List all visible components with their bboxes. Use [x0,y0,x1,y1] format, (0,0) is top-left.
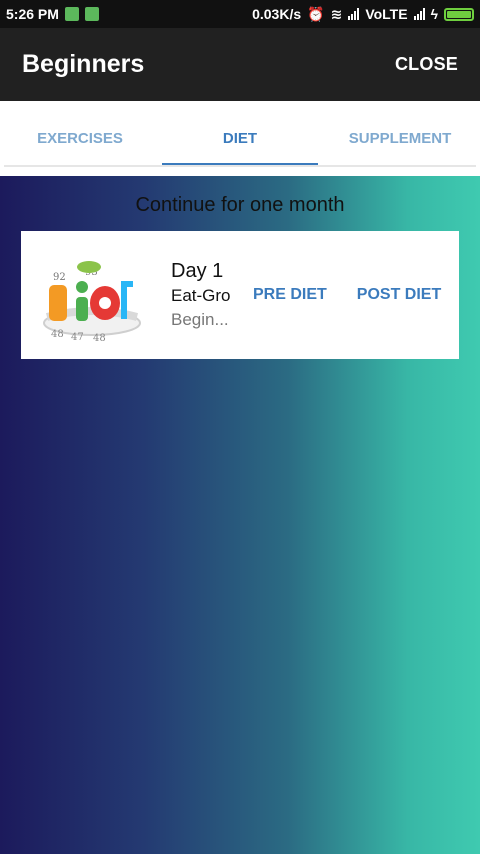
wifi-icon: ≋ [330,5,343,22]
diet-subtitle: Eat-Gro [171,286,231,305]
charging-icon: ϟ [430,6,438,22]
day-label: Day 1 [171,260,224,282]
app-bar: Beginners CLOSE [0,28,480,101]
svg-text:48: 48 [51,329,64,340]
svg-text:92: 92 [53,272,66,283]
post-diet-button[interactable]: POST DIET [357,286,441,304]
battery-icon [444,7,474,21]
diet-content: Continue for one month 484748 92 93 Day … [0,176,480,854]
svg-text:47: 47 [71,332,84,343]
status-time: 5:26 PM [6,6,59,22]
card-text: Day 1 Eat-Gro Begin... [171,258,241,332]
status-bar: 5:26 PM 0.03K/s ⏰ ≋ VoLTE ϟ [0,0,480,28]
close-button[interactable]: CLOSE [395,54,458,75]
pre-diet-button[interactable]: PRE DIET [253,286,327,304]
android-icon [84,7,99,21]
section-heading: Continue for one month [135,194,345,216]
diet-measuring-tape-image: 484748 92 93 [43,261,141,344]
diet-description: Begin... [171,310,229,329]
page-title: Beginners [22,50,145,78]
alarm-icon: ⏰ [307,5,325,22]
network-speed: 0.03K/s [252,6,302,22]
network-type: VoLTE [365,6,408,22]
notification-icon [64,7,79,21]
card-actions: PRE DIET POST DIET [253,286,441,304]
divider [4,165,476,167]
svg-text:48: 48 [93,333,106,344]
signal-icon [413,8,425,20]
signal-icon [348,8,360,20]
diet-card[interactable]: 484748 92 93 Day 1 Eat-Gro Begin... PRE … [21,231,459,359]
